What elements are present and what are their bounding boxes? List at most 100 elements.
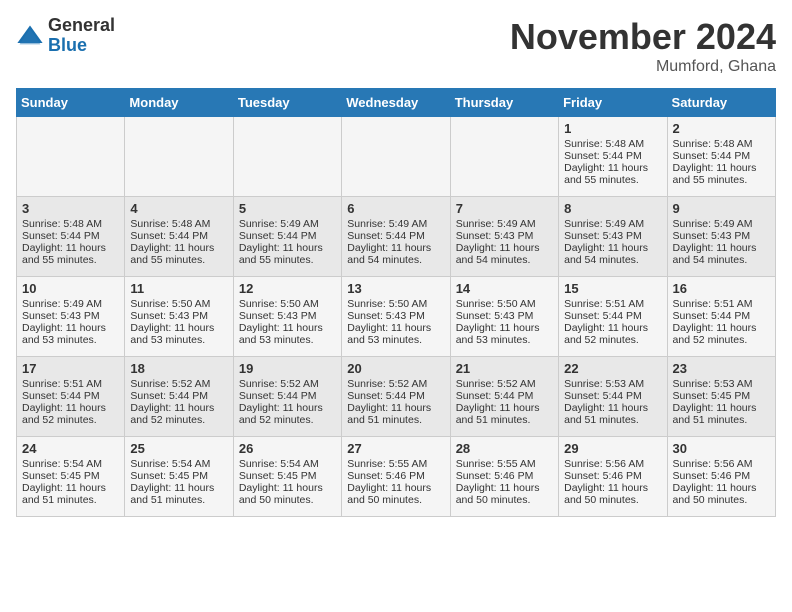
day-number: 15 — [564, 281, 661, 296]
day-info: Sunrise: 5:50 AM Sunset: 5:43 PM Dayligh… — [239, 298, 323, 346]
day-cell: 7 Sunrise: 5:49 AM Sunset: 5:43 PM Daylig… — [450, 197, 558, 277]
header-cell-friday: Friday — [559, 89, 667, 117]
calendar-body: 1 Sunrise: 5:48 AM Sunset: 5:44 PM Daylig… — [17, 117, 776, 517]
day-number: 9 — [673, 201, 770, 216]
day-number: 25 — [130, 441, 227, 456]
day-info: Sunrise: 5:49 AM Sunset: 5:43 PM Dayligh… — [673, 218, 757, 266]
day-info: Sunrise: 5:48 AM Sunset: 5:44 PM Dayligh… — [22, 218, 106, 266]
day-cell: 2Sunrise: 5:48 AM Sunset: 5:44 PM Daylig… — [667, 117, 775, 197]
day-cell: 18 Sunrise: 5:52 AM Sunset: 5:44 PM Dayli… — [125, 357, 233, 437]
day-info: Sunrise: 5:53 AM Sunset: 5:45 PM Dayligh… — [673, 378, 757, 426]
day-number: 18 — [130, 361, 227, 376]
calendar-header: SundayMondayTuesdayWednesdayThursdayFrid… — [17, 89, 776, 117]
day-number: 6 — [347, 201, 444, 216]
day-info: Sunrise: 5:51 AM Sunset: 5:44 PM Dayligh… — [673, 298, 757, 346]
week-row-2: 3Sunrise: 5:48 AM Sunset: 5:44 PM Daylig… — [17, 197, 776, 277]
day-number: 4 — [130, 201, 227, 216]
day-cell — [125, 117, 233, 197]
day-info: Sunrise: 5:54 AM Sunset: 5:45 PM Dayligh… — [130, 458, 214, 506]
day-cell: 4 Sunrise: 5:48 AM Sunset: 5:44 PM Daylig… — [125, 197, 233, 277]
week-row-1: 1 Sunrise: 5:48 AM Sunset: 5:44 PM Daylig… — [17, 117, 776, 197]
day-info: Sunrise: 5:50 AM Sunset: 5:43 PM Dayligh… — [347, 298, 431, 346]
day-cell: 6Sunrise: 5:49 AM Sunset: 5:44 PM Daylig… — [342, 197, 450, 277]
header-cell-saturday: Saturday — [667, 89, 775, 117]
logo: General Blue — [16, 16, 115, 56]
header-row: SundayMondayTuesdayWednesdayThursdayFrid… — [17, 89, 776, 117]
day-number: 16 — [673, 281, 770, 296]
day-cell: 15 Sunrise: 5:51 AM Sunset: 5:44 PM Dayli… — [559, 277, 667, 357]
header-cell-sunday: Sunday — [17, 89, 125, 117]
day-cell: 13Sunrise: 5:50 AM Sunset: 5:43 PM Dayli… — [342, 277, 450, 357]
day-cell: 30Sunrise: 5:56 AM Sunset: 5:46 PM Dayli… — [667, 437, 775, 517]
header-cell-tuesday: Tuesday — [233, 89, 341, 117]
header: General Blue November 2024 Mumford, Ghan… — [16, 16, 776, 76]
month-title: November 2024 — [510, 16, 776, 58]
day-info: Sunrise: 5:55 AM Sunset: 5:46 PM Dayligh… — [347, 458, 431, 506]
day-cell — [233, 117, 341, 197]
day-number: 29 — [564, 441, 661, 456]
title-area: November 2024 Mumford, Ghana — [510, 16, 776, 76]
location-title: Mumford, Ghana — [510, 58, 776, 76]
day-cell: 9 Sunrise: 5:49 AM Sunset: 5:43 PM Daylig… — [667, 197, 775, 277]
day-info: Sunrise: 5:49 AM Sunset: 5:44 PM Dayligh… — [239, 218, 323, 266]
day-info: Sunrise: 5:55 AM Sunset: 5:46 PM Dayligh… — [456, 458, 540, 506]
header-cell-thursday: Thursday — [450, 89, 558, 117]
day-info: Sunrise: 5:48 AM Sunset: 5:44 PM Dayligh… — [130, 218, 214, 266]
day-cell: 3Sunrise: 5:48 AM Sunset: 5:44 PM Daylig… — [17, 197, 125, 277]
day-cell: 19 Sunrise: 5:52 AM Sunset: 5:44 PM Dayli… — [233, 357, 341, 437]
day-number: 24 — [22, 441, 119, 456]
day-cell: 17Sunrise: 5:51 AM Sunset: 5:44 PM Dayli… — [17, 357, 125, 437]
day-cell: 23 Sunrise: 5:53 AM Sunset: 5:45 PM Dayli… — [667, 357, 775, 437]
day-number: 1 — [564, 121, 661, 136]
day-cell: 26 Sunrise: 5:54 AM Sunset: 5:45 PM Dayli… — [233, 437, 341, 517]
day-cell — [342, 117, 450, 197]
day-info: Sunrise: 5:48 AM Sunset: 5:44 PM Dayligh… — [564, 138, 648, 186]
day-info: Sunrise: 5:54 AM Sunset: 5:45 PM Dayligh… — [239, 458, 323, 506]
day-info: Sunrise: 5:52 AM Sunset: 5:44 PM Dayligh… — [130, 378, 214, 426]
week-row-4: 17Sunrise: 5:51 AM Sunset: 5:44 PM Dayli… — [17, 357, 776, 437]
day-number: 12 — [239, 281, 336, 296]
day-info: Sunrise: 5:53 AM Sunset: 5:44 PM Dayligh… — [564, 378, 648, 426]
day-info: Sunrise: 5:56 AM Sunset: 5:46 PM Dayligh… — [564, 458, 648, 506]
day-info: Sunrise: 5:51 AM Sunset: 5:44 PM Dayligh… — [564, 298, 648, 346]
day-info: Sunrise: 5:51 AM Sunset: 5:44 PM Dayligh… — [22, 378, 106, 426]
logo-general-text: General — [48, 16, 115, 36]
day-cell: 27Sunrise: 5:55 AM Sunset: 5:46 PM Dayli… — [342, 437, 450, 517]
day-cell: 20 Sunrise: 5:52 AM Sunset: 5:44 PM Dayli… — [342, 357, 450, 437]
day-cell: 16 Sunrise: 5:51 AM Sunset: 5:44 PM Dayli… — [667, 277, 775, 357]
logo-icon — [16, 22, 44, 50]
day-number: 23 — [673, 361, 770, 376]
day-info: Sunrise: 5:49 AM Sunset: 5:43 PM Dayligh… — [456, 218, 540, 266]
day-cell: 8Sunrise: 5:49 AM Sunset: 5:43 PM Daylig… — [559, 197, 667, 277]
day-number: 14 — [456, 281, 553, 296]
day-number: 20 — [347, 361, 444, 376]
day-cell: 5 Sunrise: 5:49 AM Sunset: 5:44 PM Daylig… — [233, 197, 341, 277]
day-number: 5 — [239, 201, 336, 216]
day-number: 7 — [456, 201, 553, 216]
day-info: Sunrise: 5:50 AM Sunset: 5:43 PM Dayligh… — [456, 298, 540, 346]
calendar-table: SundayMondayTuesdayWednesdayThursdayFrid… — [16, 88, 776, 517]
day-info: Sunrise: 5:56 AM Sunset: 5:46 PM Dayligh… — [673, 458, 757, 506]
day-info: Sunrise: 5:52 AM Sunset: 5:44 PM Dayligh… — [239, 378, 323, 426]
day-info: Sunrise: 5:48 AM Sunset: 5:44 PM Dayligh… — [673, 138, 757, 186]
day-number: 19 — [239, 361, 336, 376]
day-info: Sunrise: 5:52 AM Sunset: 5:44 PM Dayligh… — [456, 378, 540, 426]
day-cell: 12 Sunrise: 5:50 AM Sunset: 5:43 PM Dayli… — [233, 277, 341, 357]
day-cell: 1 Sunrise: 5:48 AM Sunset: 5:44 PM Daylig… — [559, 117, 667, 197]
day-cell — [17, 117, 125, 197]
day-info: Sunrise: 5:52 AM Sunset: 5:44 PM Dayligh… — [347, 378, 431, 426]
day-info: Sunrise: 5:49 AM Sunset: 5:43 PM Dayligh… — [22, 298, 106, 346]
day-cell: 25 Sunrise: 5:54 AM Sunset: 5:45 PM Dayli… — [125, 437, 233, 517]
day-cell: 11 Sunrise: 5:50 AM Sunset: 5:43 PM Dayli… — [125, 277, 233, 357]
day-cell: 14 Sunrise: 5:50 AM Sunset: 5:43 PM Dayli… — [450, 277, 558, 357]
week-row-5: 24 Sunrise: 5:54 AM Sunset: 5:45 PM Dayli… — [17, 437, 776, 517]
day-info: Sunrise: 5:50 AM Sunset: 5:43 PM Dayligh… — [130, 298, 214, 346]
day-cell: 29 Sunrise: 5:56 AM Sunset: 5:46 PM Dayli… — [559, 437, 667, 517]
day-number: 21 — [456, 361, 553, 376]
day-number: 26 — [239, 441, 336, 456]
day-number: 11 — [130, 281, 227, 296]
day-cell: 24Sunrise: 5:54 AM Sunset: 5:45 PM Dayli… — [17, 437, 125, 517]
day-cell — [450, 117, 558, 197]
day-cell: 21 Sunrise: 5:52 AM Sunset: 5:44 PM Dayli… — [450, 357, 558, 437]
day-number: 28 — [456, 441, 553, 456]
